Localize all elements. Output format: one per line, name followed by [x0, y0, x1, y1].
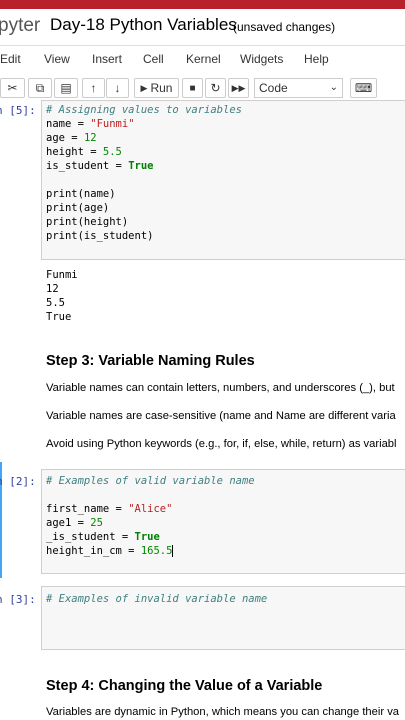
run-label: Run: [150, 81, 173, 95]
menu-kernel[interactable]: Kernel: [186, 52, 221, 66]
output-line: Funmi: [46, 269, 78, 281]
code-comment: # Examples of valid variable name: [46, 475, 255, 487]
text-cursor: [172, 545, 174, 557]
move-down-icon: ↓: [114, 81, 121, 95]
code-line: print(age): [46, 202, 110, 214]
run-button[interactable]: ▶ Run: [134, 78, 179, 98]
save-status: (unsaved changes): [233, 20, 336, 34]
keyboard-icon: ⌨: [354, 81, 373, 95]
markdown-paragraph: Variable names can contain letters, numb…: [46, 382, 395, 394]
stop-icon: ■: [189, 82, 196, 94]
paste-icon: ▤: [60, 81, 72, 95]
code-line: is_student = True: [46, 160, 154, 172]
chevron-down-icon: ⌄: [329, 82, 338, 93]
interrupt-button[interactable]: ■: [182, 78, 203, 98]
command-palette-button[interactable]: ⌨: [350, 78, 377, 98]
cell-type-select[interactable]: Code ⌄: [254, 78, 343, 98]
code-line: name = "Funmi": [46, 118, 135, 130]
restart-button[interactable]: ↻: [205, 78, 226, 98]
code-line: print(name): [46, 188, 116, 200]
cell-prompt: n [5]:: [0, 104, 36, 117]
cut-icon: ✂: [7, 81, 18, 95]
restart-icon: ↻: [210, 81, 221, 95]
code-line: age = 12: [46, 132, 97, 144]
cell-prompt: n [3]:: [0, 593, 36, 606]
markdown-paragraph: Avoid using Python keywords (e.g., for, …: [46, 438, 397, 450]
cell-type-value: Code: [259, 81, 288, 95]
output-line: True: [46, 311, 72, 323]
menu-widgets[interactable]: Widgets: [240, 52, 283, 66]
output-line: 12: [46, 283, 59, 295]
menu-help[interactable]: Help: [304, 52, 329, 66]
fast-forward-icon: ▶▶: [231, 82, 246, 93]
menu-insert[interactable]: Insert: [92, 52, 122, 66]
menu-view[interactable]: View: [44, 52, 70, 66]
restart-run-all-button[interactable]: ▶▶: [228, 78, 249, 98]
markdown-paragraph: Variable names are case-sensitive (name …: [46, 410, 396, 422]
code-line: first_name = "Alice": [46, 503, 173, 515]
code-line: print(height): [46, 216, 129, 228]
jupyter-logo[interactable]: pyter: [0, 15, 40, 37]
cell-prompt: n [2]:: [0, 475, 36, 488]
top-accent-bar: [0, 0, 405, 9]
copy-icon: ⧉: [35, 80, 45, 95]
markdown-heading: Step 3: Variable Naming Rules: [46, 353, 255, 369]
move-up-button[interactable]: ↑: [82, 78, 105, 98]
paste-button[interactable]: ▤: [54, 78, 78, 98]
code-line: height = 5.5: [46, 146, 122, 158]
code-comment: # Assigning values to variables: [46, 104, 242, 116]
markdown-paragraph: Variables are dynamic in Python, which m…: [46, 706, 400, 718]
code-line: height_in_cm = 165.5: [46, 545, 174, 557]
run-icon: ▶: [140, 82, 148, 93]
notebook-title[interactable]: Day-18 Python Variables: [50, 15, 237, 35]
cut-button[interactable]: ✂: [0, 78, 25, 98]
code-line: age1 = 25: [46, 517, 103, 529]
output-line: 5.5: [46, 297, 65, 309]
markdown-heading: Step 4: Changing the Value of a Variable: [46, 678, 323, 694]
move-up-icon: ↑: [90, 81, 97, 95]
menu-edit[interactable]: Edit: [0, 52, 21, 66]
copy-button[interactable]: ⧉: [28, 78, 52, 98]
menu-cell[interactable]: Cell: [143, 52, 164, 66]
move-down-button[interactable]: ↓: [106, 78, 129, 98]
code-comment: # Examples of invalid variable name: [46, 593, 268, 605]
code-line: print(is_student): [46, 230, 154, 242]
code-line: _is_student = True: [46, 531, 160, 543]
